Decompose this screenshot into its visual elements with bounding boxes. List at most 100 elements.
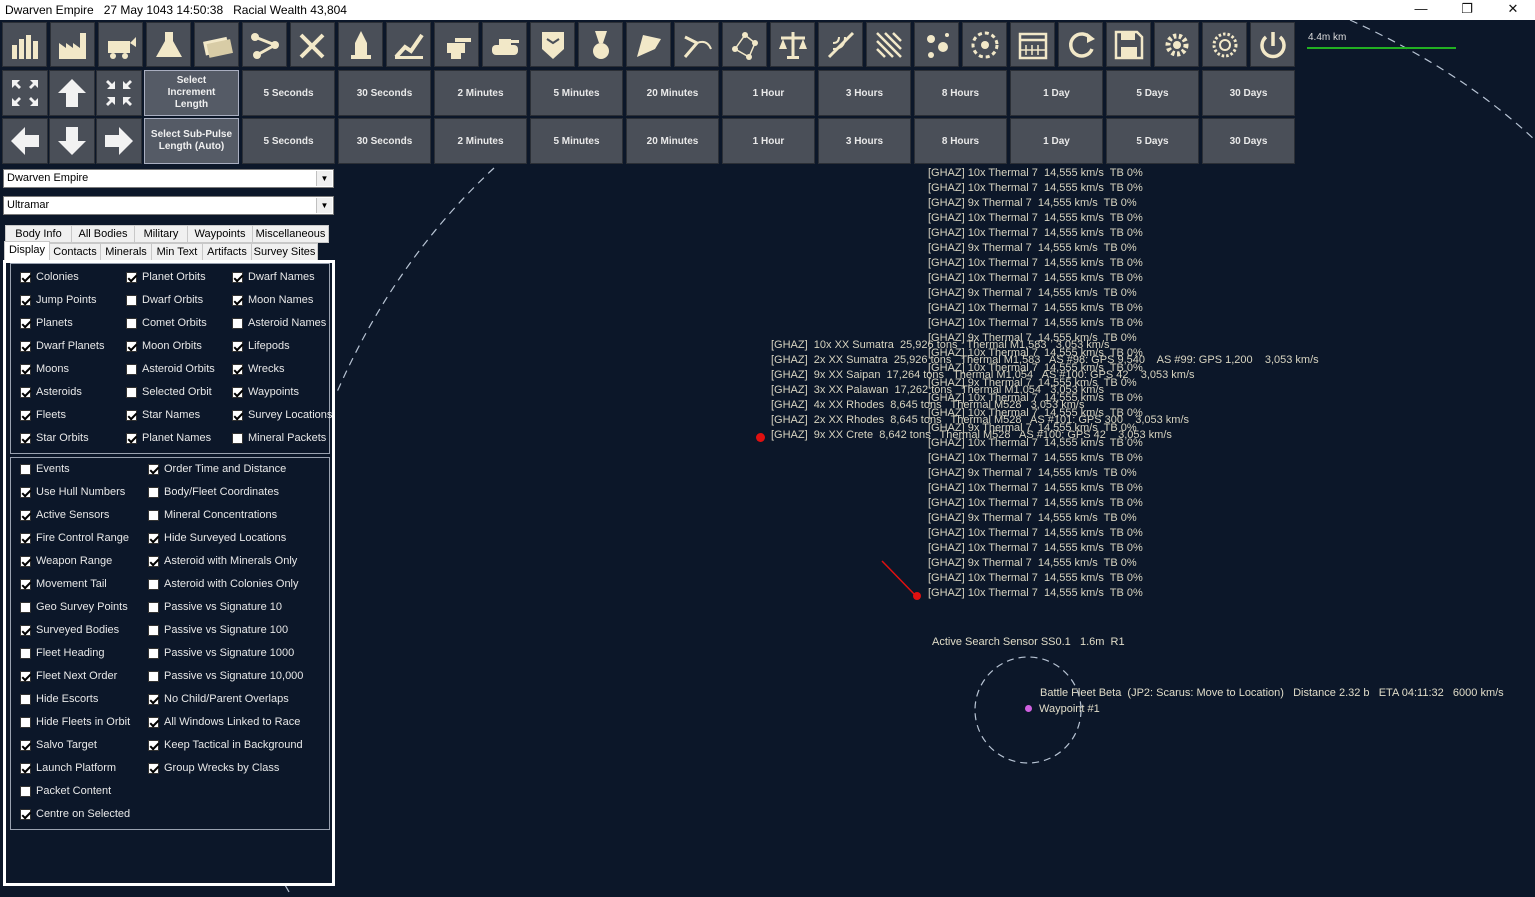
- checkbox-box[interactable]: [20, 602, 31, 613]
- salvo-label[interactable]: [GHAZ] 10x Thermal 7 14,555 km/s TB 0%: [928, 407, 1143, 419]
- checkbox-box[interactable]: [232, 433, 243, 444]
- pan-down-button[interactable]: [49, 118, 95, 164]
- checkbox-box[interactable]: [126, 272, 137, 283]
- tank-button[interactable]: [482, 22, 527, 67]
- checkbox-box[interactable]: [148, 740, 159, 751]
- salvo-label[interactable]: [GHAZ] 10x Thermal 7 14,555 km/s TB 0%: [928, 227, 1143, 239]
- checkbox-box[interactable]: [148, 717, 159, 728]
- increment-button-2[interactable]: 2 Minutes: [434, 70, 527, 116]
- salvo-label[interactable]: [GHAZ] 10x Thermal 7 14,555 km/s TB 0%: [928, 452, 1143, 464]
- select-subpulse-button[interactable]: Select Sub-Pulse Length (Auto): [144, 118, 239, 164]
- pan-left-button[interactable]: [2, 118, 48, 164]
- increment-button-4[interactable]: 20 Minutes: [626, 70, 719, 116]
- wealth-button[interactable]: [194, 22, 239, 67]
- increment-button-10[interactable]: 30 Days: [1202, 70, 1295, 116]
- checkbox-box[interactable]: [20, 556, 31, 567]
- checkbox-box[interactable]: [148, 648, 159, 659]
- checkbox-box[interactable]: [148, 533, 159, 544]
- tab-contacts[interactable]: Contacts: [49, 243, 101, 261]
- salvo-label[interactable]: [GHAZ] 9x Thermal 7 14,555 km/s TB 0%: [928, 422, 1137, 434]
- subpulse-button-7[interactable]: 8 Hours: [914, 118, 1007, 164]
- salvo-label[interactable]: [GHAZ] 9x Thermal 7 14,555 km/s TB 0%: [928, 512, 1137, 524]
- tab-min-text[interactable]: Min Text: [151, 243, 203, 261]
- checkbox-box[interactable]: [20, 272, 31, 283]
- checkbox-box[interactable]: [232, 318, 243, 329]
- checkbox-box[interactable]: [232, 341, 243, 352]
- salvo-label[interactable]: [GHAZ] 9x Thermal 7 14,555 km/s TB 0%: [928, 557, 1137, 569]
- salvo-label[interactable]: [GHAZ] 10x Thermal 7 14,555 km/s TB 0%: [928, 437, 1143, 449]
- battle-fleet-label[interactable]: Battle Fleet Beta (JP2: Scarus: Move to …: [1040, 686, 1504, 701]
- enemy-fleet-label[interactable]: [GHAZ] 10x XX Sumatra 25,926 tons Therma…: [771, 339, 1110, 351]
- save-button[interactable]: [1106, 22, 1151, 67]
- shipyard-button[interactable]: [338, 22, 383, 67]
- enemy-fleet-label[interactable]: [GHAZ] 3x XX Palawan 17,262 tons Thermal…: [771, 384, 1104, 396]
- race-select[interactable]: Dwarven Empire ▼: [3, 169, 334, 188]
- checkbox-box[interactable]: [20, 625, 31, 636]
- checkbox-box[interactable]: [20, 717, 31, 728]
- salvo-label[interactable]: [GHAZ] 10x Thermal 7 14,555 km/s TB 0%: [928, 257, 1143, 269]
- zoom-out-button[interactable]: [96, 70, 142, 116]
- jump-network-button[interactable]: [242, 22, 287, 67]
- tab-military[interactable]: Military: [134, 225, 188, 243]
- subpulse-button-1[interactable]: 30 Seconds: [338, 118, 431, 164]
- checkbox-box[interactable]: [126, 341, 137, 352]
- salvo-label[interactable]: [GHAZ] 10x Thermal 7 14,555 km/s TB 0%: [928, 527, 1143, 539]
- increment-button-3[interactable]: 5 Minutes: [530, 70, 623, 116]
- salvo-label[interactable]: [GHAZ] 10x Thermal 7 14,555 km/s TB 0%: [928, 362, 1143, 374]
- salvo-label[interactable]: [GHAZ] 10x Thermal 7 14,555 km/s TB 0%: [928, 317, 1143, 329]
- checkbox-box[interactable]: [20, 433, 31, 444]
- subpulse-button-2[interactable]: 2 Minutes: [434, 118, 527, 164]
- checkbox-box[interactable]: [20, 671, 31, 682]
- ship-design-button[interactable]: [290, 22, 335, 67]
- waypoint-label[interactable]: Waypoint #1: [1039, 702, 1100, 717]
- waypoint-marker[interactable]: [1025, 705, 1032, 712]
- checkbox-box[interactable]: [148, 487, 159, 498]
- checkbox-box[interactable]: [20, 410, 31, 421]
- mining-button[interactable]: [98, 22, 143, 67]
- subpulse-button-9[interactable]: 5 Days: [1106, 118, 1199, 164]
- chevron-down-icon[interactable]: ▼: [316, 198, 332, 213]
- subpulse-button-6[interactable]: 3 Hours: [818, 118, 911, 164]
- checkbox-box[interactable]: [20, 579, 31, 590]
- subpulse-button-10[interactable]: 30 Days: [1202, 118, 1295, 164]
- checkbox-box[interactable]: [148, 763, 159, 774]
- economics-button[interactable]: [2, 22, 47, 67]
- checkbox-box[interactable]: [232, 295, 243, 306]
- checkbox-box[interactable]: [148, 579, 159, 590]
- checkbox-box[interactable]: [126, 318, 137, 329]
- checkbox-box[interactable]: [20, 786, 31, 797]
- checkbox-box[interactable]: [148, 602, 159, 613]
- salvo-label[interactable]: [GHAZ] 10x Thermal 7 14,555 km/s TB 0%: [928, 182, 1143, 194]
- checkbox-box[interactable]: [20, 318, 31, 329]
- salvo-label[interactable]: [GHAZ] 10x Thermal 7 14,555 km/s TB 0%: [928, 167, 1143, 179]
- system-view-button[interactable]: [674, 22, 719, 67]
- enemy-fleet-label[interactable]: [GHAZ] 4x XX Rhodes 8,645 tons Thermal M…: [771, 399, 1084, 411]
- checkbox-box[interactable]: [20, 364, 31, 375]
- gear-alt-button[interactable]: [1202, 22, 1247, 67]
- salvo-label[interactable]: [GHAZ] 10x Thermal 7 14,555 km/s TB 0%: [928, 392, 1143, 404]
- turret-button[interactable]: [434, 22, 479, 67]
- close-button[interactable]: ✕: [1490, 0, 1535, 20]
- tab-minerals[interactable]: Minerals: [100, 243, 152, 261]
- checkbox-box[interactable]: [126, 364, 137, 375]
- events-button[interactable]: [914, 22, 959, 67]
- enemy-fleet-label[interactable]: [GHAZ] 2x XX Sumatra 25,926 tons Thermal…: [771, 354, 1319, 366]
- checkbox-box[interactable]: [148, 694, 159, 705]
- tab-artifacts[interactable]: Artifacts: [202, 243, 252, 261]
- ground-forces-button[interactable]: [386, 22, 431, 67]
- subpulse-button-0[interactable]: 5 Seconds: [242, 118, 335, 164]
- salvo-marker[interactable]: [913, 592, 921, 600]
- pan-up-button[interactable]: [49, 70, 95, 116]
- increment-button-7[interactable]: 8 Hours: [914, 70, 1007, 116]
- enemy-fleet-label[interactable]: [GHAZ] 2x XX Rhodes 8,645 tons Thermal M…: [771, 414, 1189, 426]
- salvo-label[interactable]: [GHAZ] 10x Thermal 7 14,555 km/s TB 0%: [928, 572, 1143, 584]
- select-increment-button[interactable]: Select Increment Length: [144, 70, 239, 116]
- salvo-label[interactable]: [GHAZ] 10x Thermal 7 14,555 km/s TB 0%: [928, 587, 1143, 599]
- checkbox-box[interactable]: [148, 464, 159, 475]
- pan-right-button[interactable]: [96, 118, 142, 164]
- settings-button[interactable]: [1154, 22, 1199, 67]
- checkbox-box[interactable]: [20, 464, 31, 475]
- checkbox-box[interactable]: [232, 410, 243, 421]
- increment-button-9[interactable]: 5 Days: [1106, 70, 1199, 116]
- checkbox-box[interactable]: [20, 740, 31, 751]
